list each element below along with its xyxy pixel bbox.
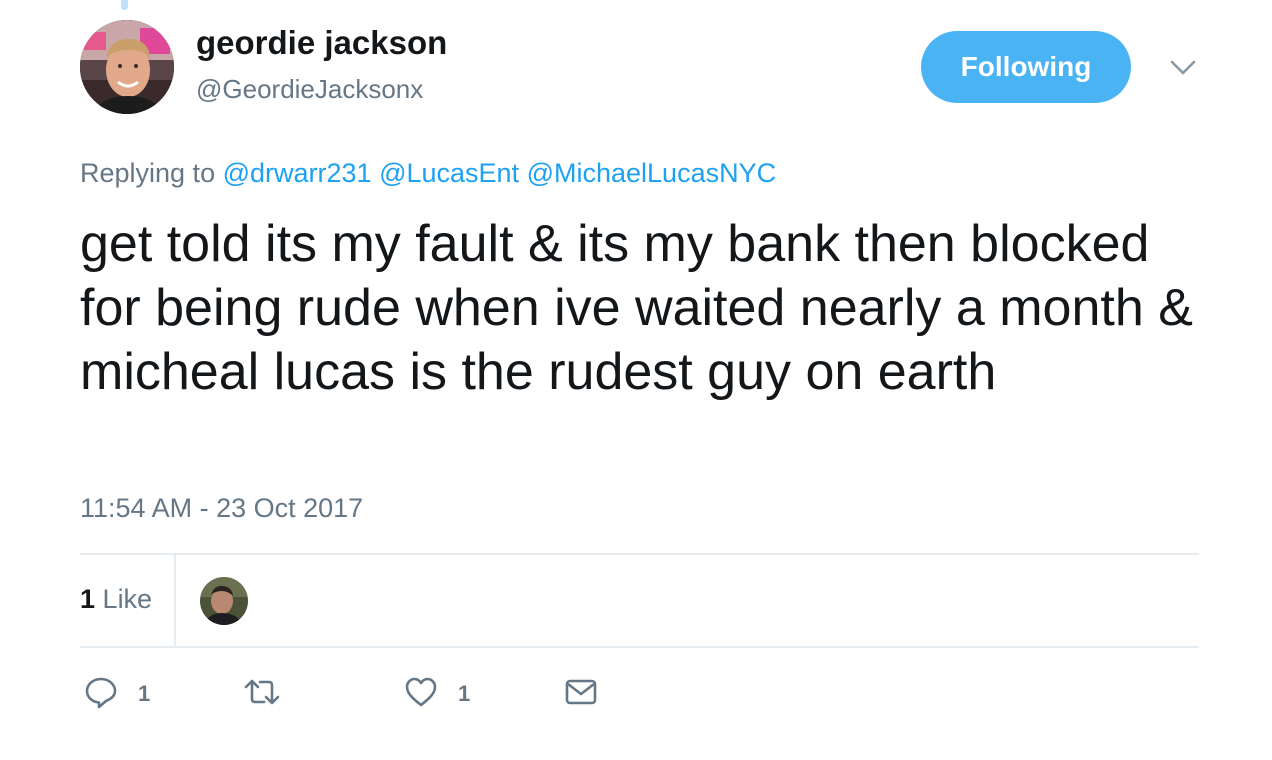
- replying-to-label: Replying to: [80, 158, 216, 188]
- chevron-down-icon[interactable]: [1166, 54, 1200, 82]
- like-button[interactable]: 1: [404, 674, 470, 714]
- tweet-timestamp[interactable]: 11:54 AM - 23 Oct 2017: [80, 493, 363, 524]
- author-handle[interactable]: @GeordieJacksonx: [196, 74, 423, 105]
- tweet-text: get told its my fault & its my bank then…: [80, 215, 1193, 401]
- likes-stat[interactable]: 1 Like: [80, 584, 152, 615]
- author-avatar[interactable]: [80, 20, 174, 114]
- likes-stat-label: Like: [102, 584, 153, 614]
- retweet-icon: [244, 675, 280, 714]
- thread-connector-line: [121, 0, 128, 10]
- mention-link-lucasent[interactable]: @LucasEnt: [379, 158, 519, 188]
- replying-to: Replying to @drwarr231 @LucasEnt @Michae…: [80, 158, 776, 189]
- reply-count: 1: [138, 681, 151, 706]
- mention-link-michaellucasnyc[interactable]: @MichaelLucasNYC: [527, 158, 777, 188]
- like-count: 1: [458, 681, 471, 706]
- divider-bottom: [80, 646, 1199, 648]
- stats-separator: [174, 554, 176, 647]
- mention-link-drwarr231[interactable]: @drwarr231: [223, 158, 372, 188]
- following-button[interactable]: Following: [921, 31, 1131, 103]
- likes-stat-count: 1: [80, 584, 96, 614]
- author-display-name[interactable]: geordie jackson: [196, 24, 447, 62]
- direct-message-icon: [564, 677, 598, 712]
- liker-avatar[interactable]: [200, 577, 248, 625]
- heart-icon: [404, 676, 438, 713]
- retweet-button[interactable]: [244, 674, 280, 714]
- divider-top: [80, 553, 1199, 555]
- reply-button[interactable]: 1: [84, 674, 150, 714]
- reply-icon: [84, 675, 118, 714]
- direct-message-button[interactable]: [564, 674, 598, 714]
